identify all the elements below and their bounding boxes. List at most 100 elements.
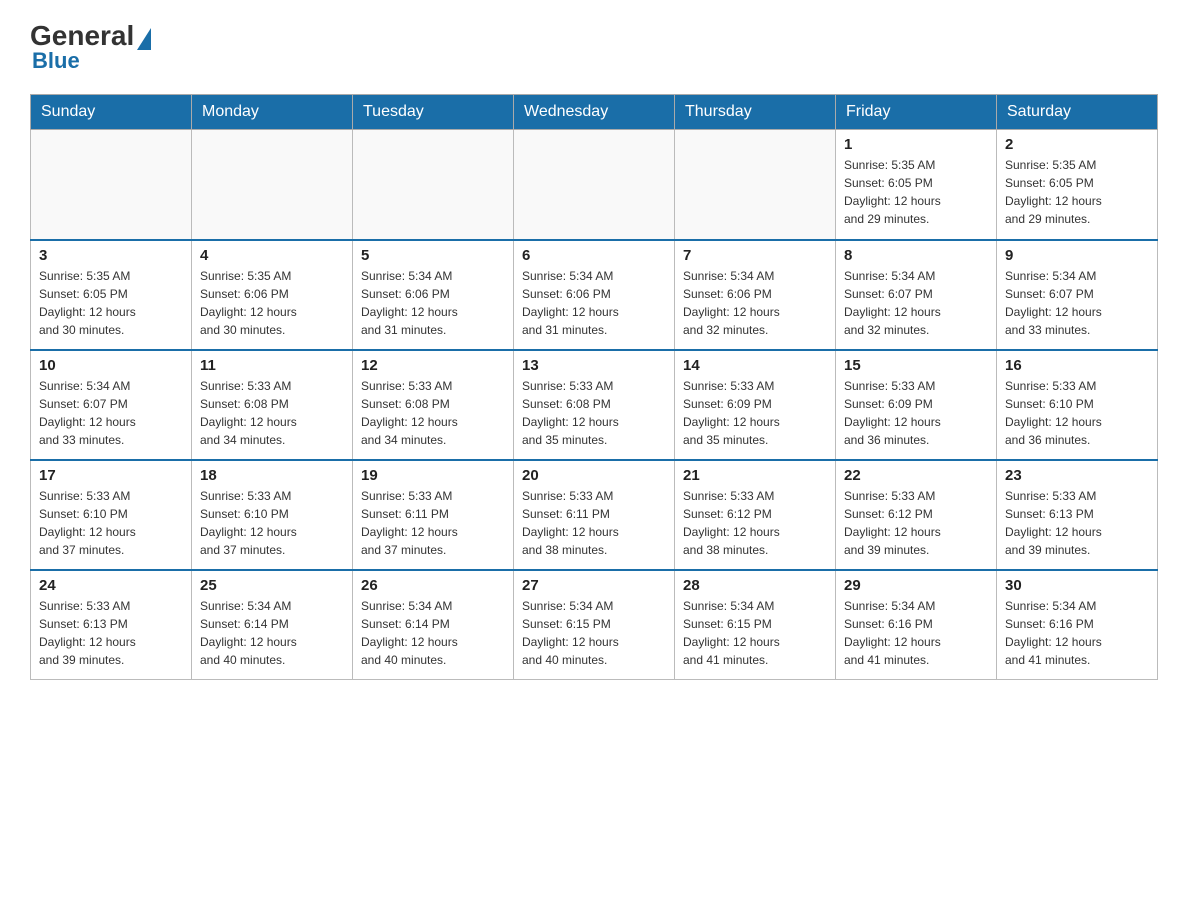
calendar-cell: 12 Sunrise: 5:33 AM Sunset: 6:08 PM Dayli… [353, 350, 514, 460]
day-number: 7 [683, 247, 827, 264]
calendar-cell: 27 Sunrise: 5:34 AM Sunset: 6:15 PM Dayli… [514, 570, 675, 680]
day-number: 24 [39, 577, 183, 594]
calendar-cell: 28 Sunrise: 5:34 AM Sunset: 6:15 PM Dayli… [675, 570, 836, 680]
day-info: Sunrise: 5:35 AM Sunset: 6:05 PM Dayligh… [39, 267, 183, 339]
day-info: Sunrise: 5:34 AM Sunset: 6:14 PM Dayligh… [361, 597, 505, 669]
day-number: 28 [683, 577, 827, 594]
weekday-header-wednesday: Wednesday [514, 95, 675, 130]
day-number: 12 [361, 357, 505, 374]
page-header: General Blue [30, 20, 1158, 74]
calendar-cell [31, 130, 192, 240]
calendar-cell: 25Sunrise: 5:34 AM Sunset: 6:14 PM Dayli… [192, 570, 353, 680]
day-info: Sunrise: 5:33 AM Sunset: 6:08 PM Dayligh… [361, 377, 505, 449]
day-info: Sunrise: 5:33 AM Sunset: 6:08 PM Dayligh… [522, 377, 666, 449]
calendar-cell: 26 Sunrise: 5:34 AM Sunset: 6:14 PM Dayli… [353, 570, 514, 680]
day-info: Sunrise: 5:33 AM Sunset: 6:10 PM Dayligh… [39, 487, 183, 559]
weekday-header-saturday: Saturday [997, 95, 1158, 130]
day-info: Sunrise: 5:35 AM Sunset: 6:06 PM Dayligh… [200, 267, 344, 339]
day-number: 18 [200, 467, 344, 484]
calendar-cell: 3 Sunrise: 5:35 AM Sunset: 6:05 PM Daylig… [31, 240, 192, 350]
calendar-cell: 5 Sunrise: 5:34 AM Sunset: 6:06 PM Daylig… [353, 240, 514, 350]
logo-blue-text: Blue [32, 48, 80, 74]
calendar-cell: 22 Sunrise: 5:33 AM Sunset: 6:12 PM Dayli… [836, 460, 997, 570]
calendar-cell: 17 Sunrise: 5:33 AM Sunset: 6:10 PM Dayli… [31, 460, 192, 570]
day-info: Sunrise: 5:34 AM Sunset: 6:15 PM Dayligh… [522, 597, 666, 669]
day-number: 20 [522, 467, 666, 484]
day-info: Sunrise: 5:33 AM Sunset: 6:12 PM Dayligh… [844, 487, 988, 559]
day-info: Sunrise: 5:33 AM Sunset: 6:11 PM Dayligh… [522, 487, 666, 559]
day-number: 29 [844, 577, 988, 594]
calendar-cell: 18 Sunrise: 5:33 AM Sunset: 6:10 PM Dayli… [192, 460, 353, 570]
calendar-cell: 8Sunrise: 5:34 AM Sunset: 6:07 PM Daylig… [836, 240, 997, 350]
calendar-cell [675, 130, 836, 240]
calendar-cell: 7 Sunrise: 5:34 AM Sunset: 6:06 PM Daylig… [675, 240, 836, 350]
weekday-header-monday: Monday [192, 95, 353, 130]
calendar-cell [192, 130, 353, 240]
calendar-week-row: 10 Sunrise: 5:34 AM Sunset: 6:07 PM Dayli… [31, 350, 1158, 460]
day-info: Sunrise: 5:34 AM Sunset: 6:14 PM Dayligh… [200, 597, 344, 669]
day-info: Sunrise: 5:33 AM Sunset: 6:11 PM Dayligh… [361, 487, 505, 559]
calendar-cell: 30Sunrise: 5:34 AM Sunset: 6:16 PM Dayli… [997, 570, 1158, 680]
calendar-cell: 21 Sunrise: 5:33 AM Sunset: 6:12 PM Dayli… [675, 460, 836, 570]
calendar-week-row: 17 Sunrise: 5:33 AM Sunset: 6:10 PM Dayli… [31, 460, 1158, 570]
day-info: Sunrise: 5:33 AM Sunset: 6:09 PM Dayligh… [683, 377, 827, 449]
calendar-week-row: 1Sunrise: 5:35 AM Sunset: 6:05 PM Daylig… [31, 130, 1158, 240]
calendar-cell: 19 Sunrise: 5:33 AM Sunset: 6:11 PM Dayli… [353, 460, 514, 570]
day-number: 22 [844, 467, 988, 484]
day-number: 9 [1005, 247, 1149, 264]
day-info: Sunrise: 5:34 AM Sunset: 6:07 PM Dayligh… [39, 377, 183, 449]
day-number: 30 [1005, 577, 1149, 594]
day-number: 10 [39, 357, 183, 374]
day-number: 13 [522, 357, 666, 374]
calendar-cell: 9 Sunrise: 5:34 AM Sunset: 6:07 PM Daylig… [997, 240, 1158, 350]
calendar-week-row: 24 Sunrise: 5:33 AM Sunset: 6:13 PM Dayli… [31, 570, 1158, 680]
calendar-week-row: 3 Sunrise: 5:35 AM Sunset: 6:05 PM Daylig… [31, 240, 1158, 350]
calendar-cell: 6 Sunrise: 5:34 AM Sunset: 6:06 PM Daylig… [514, 240, 675, 350]
day-number: 14 [683, 357, 827, 374]
day-info: Sunrise: 5:33 AM Sunset: 6:10 PM Dayligh… [1005, 377, 1149, 449]
day-number: 6 [522, 247, 666, 264]
day-number: 2 [1005, 136, 1149, 153]
day-info: Sunrise: 5:34 AM Sunset: 6:15 PM Dayligh… [683, 597, 827, 669]
calendar-cell: 13 Sunrise: 5:33 AM Sunset: 6:08 PM Dayli… [514, 350, 675, 460]
day-info: Sunrise: 5:33 AM Sunset: 6:10 PM Dayligh… [200, 487, 344, 559]
calendar-cell: 2Sunrise: 5:35 AM Sunset: 6:05 PM Daylig… [997, 130, 1158, 240]
calendar-cell: 20 Sunrise: 5:33 AM Sunset: 6:11 PM Dayli… [514, 460, 675, 570]
day-number: 21 [683, 467, 827, 484]
day-info: Sunrise: 5:34 AM Sunset: 6:16 PM Dayligh… [844, 597, 988, 669]
calendar-table: SundayMondayTuesdayWednesdayThursdayFrid… [30, 94, 1158, 680]
day-number: 16 [1005, 357, 1149, 374]
calendar-cell: 29 Sunrise: 5:34 AM Sunset: 6:16 PM Dayli… [836, 570, 997, 680]
day-number: 8 [844, 247, 988, 264]
day-number: 26 [361, 577, 505, 594]
day-info: Sunrise: 5:33 AM Sunset: 6:13 PM Dayligh… [1005, 487, 1149, 559]
day-number: 5 [361, 247, 505, 264]
weekday-header-sunday: Sunday [31, 95, 192, 130]
day-number: 17 [39, 467, 183, 484]
day-number: 27 [522, 577, 666, 594]
day-info: Sunrise: 5:33 AM Sunset: 6:08 PM Dayligh… [200, 377, 344, 449]
day-number: 11 [200, 357, 344, 374]
day-info: Sunrise: 5:34 AM Sunset: 6:06 PM Dayligh… [361, 267, 505, 339]
day-number: 1 [844, 136, 988, 153]
weekday-header-friday: Friday [836, 95, 997, 130]
day-number: 23 [1005, 467, 1149, 484]
day-info: Sunrise: 5:33 AM Sunset: 6:09 PM Dayligh… [844, 377, 988, 449]
weekday-header-row: SundayMondayTuesdayWednesdayThursdayFrid… [31, 95, 1158, 130]
weekday-header-thursday: Thursday [675, 95, 836, 130]
calendar-cell: 15Sunrise: 5:33 AM Sunset: 6:09 PM Dayli… [836, 350, 997, 460]
calendar-cell: 4 Sunrise: 5:35 AM Sunset: 6:06 PM Daylig… [192, 240, 353, 350]
logo: General Blue [30, 20, 151, 74]
calendar-cell: 14 Sunrise: 5:33 AM Sunset: 6:09 PM Dayli… [675, 350, 836, 460]
weekday-header-tuesday: Tuesday [353, 95, 514, 130]
day-info: Sunrise: 5:33 AM Sunset: 6:12 PM Dayligh… [683, 487, 827, 559]
calendar-cell: 24 Sunrise: 5:33 AM Sunset: 6:13 PM Dayli… [31, 570, 192, 680]
day-number: 19 [361, 467, 505, 484]
day-number: 4 [200, 247, 344, 264]
calendar-cell: 10 Sunrise: 5:34 AM Sunset: 6:07 PM Dayli… [31, 350, 192, 460]
day-info: Sunrise: 5:34 AM Sunset: 6:06 PM Dayligh… [683, 267, 827, 339]
day-number: 3 [39, 247, 183, 264]
day-info: Sunrise: 5:34 AM Sunset: 6:07 PM Dayligh… [1005, 267, 1149, 339]
day-info: Sunrise: 5:33 AM Sunset: 6:13 PM Dayligh… [39, 597, 183, 669]
day-info: Sunrise: 5:34 AM Sunset: 6:06 PM Dayligh… [522, 267, 666, 339]
